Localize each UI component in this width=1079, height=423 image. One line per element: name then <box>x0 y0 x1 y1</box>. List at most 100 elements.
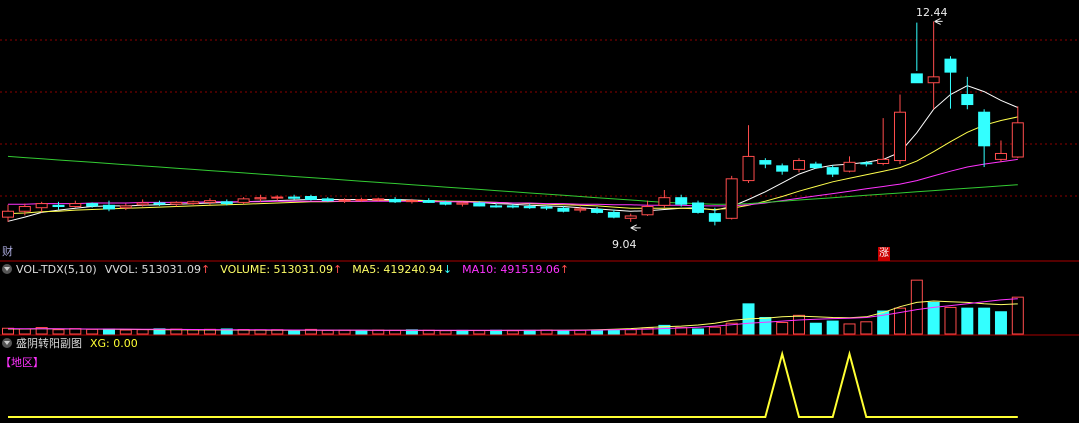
ma10-value: MA10: 491519.06 <box>462 262 560 276</box>
volume-bar <box>52 329 65 335</box>
candle-body <box>355 198 368 201</box>
chart-canvas[interactable] <box>0 0 1079 423</box>
volume-bar <box>1011 296 1024 335</box>
candle-body <box>927 76 940 84</box>
volume-bar <box>843 323 856 335</box>
candle-body <box>994 152 1007 160</box>
volume-bar <box>860 321 873 335</box>
candle-body <box>961 94 974 106</box>
xg-signal-line <box>8 350 1018 418</box>
candle-body <box>776 165 789 172</box>
candle-body <box>944 58 957 73</box>
volume-bar <box>321 329 334 335</box>
volume-bar <box>994 311 1007 335</box>
candle-body <box>35 203 48 209</box>
candle-body <box>607 211 620 218</box>
volume-bar <box>506 330 519 335</box>
candle-body <box>1011 122 1024 158</box>
volume-bar <box>591 329 604 335</box>
candle-body <box>725 178 738 219</box>
candle-body <box>170 201 183 205</box>
candle-body <box>389 198 402 203</box>
candle-body <box>304 196 317 200</box>
volume-bar <box>910 279 923 335</box>
volume-bar <box>473 330 486 335</box>
volume-value: VOLUME: 513031.09 <box>220 262 333 276</box>
candle-body <box>843 161 856 172</box>
volume-bar <box>523 329 536 335</box>
candle-body <box>692 202 705 213</box>
candle-body <box>523 206 536 209</box>
volume-indicator-name[interactable]: VOL-TDX(5,10) <box>16 263 97 276</box>
candle-body <box>271 196 284 199</box>
ma10-up-arrow-icon: ↑ <box>559 262 570 276</box>
ma5-value: MA5: 419240.94 <box>352 262 443 276</box>
vvol-value: VVOL: 513031.09 <box>104 262 202 276</box>
ma5-down-arrow-icon: ↓ <box>442 262 453 276</box>
volume-bar <box>793 314 806 335</box>
volume-bar <box>119 329 132 335</box>
candle-body <box>405 200 418 203</box>
volume-bar <box>978 307 991 335</box>
candle-body <box>187 201 200 205</box>
volume-bar <box>692 328 705 335</box>
xg-value: XG: 0.00 <box>90 336 138 350</box>
candle-body <box>877 158 890 164</box>
candle-body <box>641 206 654 216</box>
sub-indicator-name[interactable]: 盛阴转阳副图 <box>16 335 82 351</box>
candle-body <box>119 205 132 209</box>
candle-body <box>591 208 604 213</box>
volume-bar <box>136 329 149 335</box>
candle-body <box>490 205 503 208</box>
candle-body <box>153 202 166 205</box>
candle-body <box>574 208 587 211</box>
volume-bar <box>944 306 957 335</box>
volume-bar <box>961 307 974 335</box>
candle-body <box>102 204 115 210</box>
volume-bar <box>607 329 620 335</box>
volume-bar <box>557 330 570 335</box>
candle-body <box>86 203 99 207</box>
candle-body <box>439 201 452 205</box>
volume-bar <box>86 328 99 335</box>
volume-bar <box>389 329 402 335</box>
low-price-label: 9.04 <box>612 238 637 251</box>
candle-body <box>893 111 906 162</box>
candle-body <box>506 205 519 208</box>
candle-body <box>809 163 822 169</box>
candle-body <box>52 204 65 208</box>
volume-up-arrow-icon: ↑ <box>333 262 343 276</box>
candle-body <box>2 210 14 218</box>
candle-body <box>136 202 149 206</box>
candle-body <box>759 160 772 165</box>
candle-body <box>540 206 553 209</box>
candle-body <box>624 215 637 219</box>
candle-body <box>422 200 435 203</box>
candle-body <box>708 213 721 222</box>
candle-body <box>658 197 671 206</box>
volume-bar <box>826 320 839 335</box>
candle-body <box>237 198 250 203</box>
candle-body <box>288 196 301 199</box>
volume-bar <box>574 329 587 335</box>
candle-body <box>675 197 688 205</box>
volume-bar <box>355 330 368 335</box>
high-price-label: 12.44 <box>916 6 948 19</box>
low-marker-arrow-icon <box>630 224 641 232</box>
collapse-arrow-icon[interactable] <box>2 338 12 348</box>
candle-body <box>220 201 233 205</box>
candle-body <box>860 162 873 165</box>
volume-bar <box>338 329 351 335</box>
candle-body <box>69 203 82 208</box>
vvol-up-arrow-icon: ↑ <box>201 262 211 276</box>
candle-body <box>372 198 385 201</box>
candle-body <box>18 206 31 212</box>
volume-bar <box>776 322 789 335</box>
candle-body <box>254 197 267 200</box>
volume-panel-header: VOL-TDX(5,10) VVOL: 513031.09 ↑ VOLUME: … <box>0 262 569 276</box>
volume-bar <box>759 316 772 335</box>
candle-body <box>321 198 334 202</box>
candle-body <box>557 207 570 212</box>
collapse-arrow-icon[interactable] <box>2 264 12 274</box>
volume-bar <box>439 330 452 335</box>
